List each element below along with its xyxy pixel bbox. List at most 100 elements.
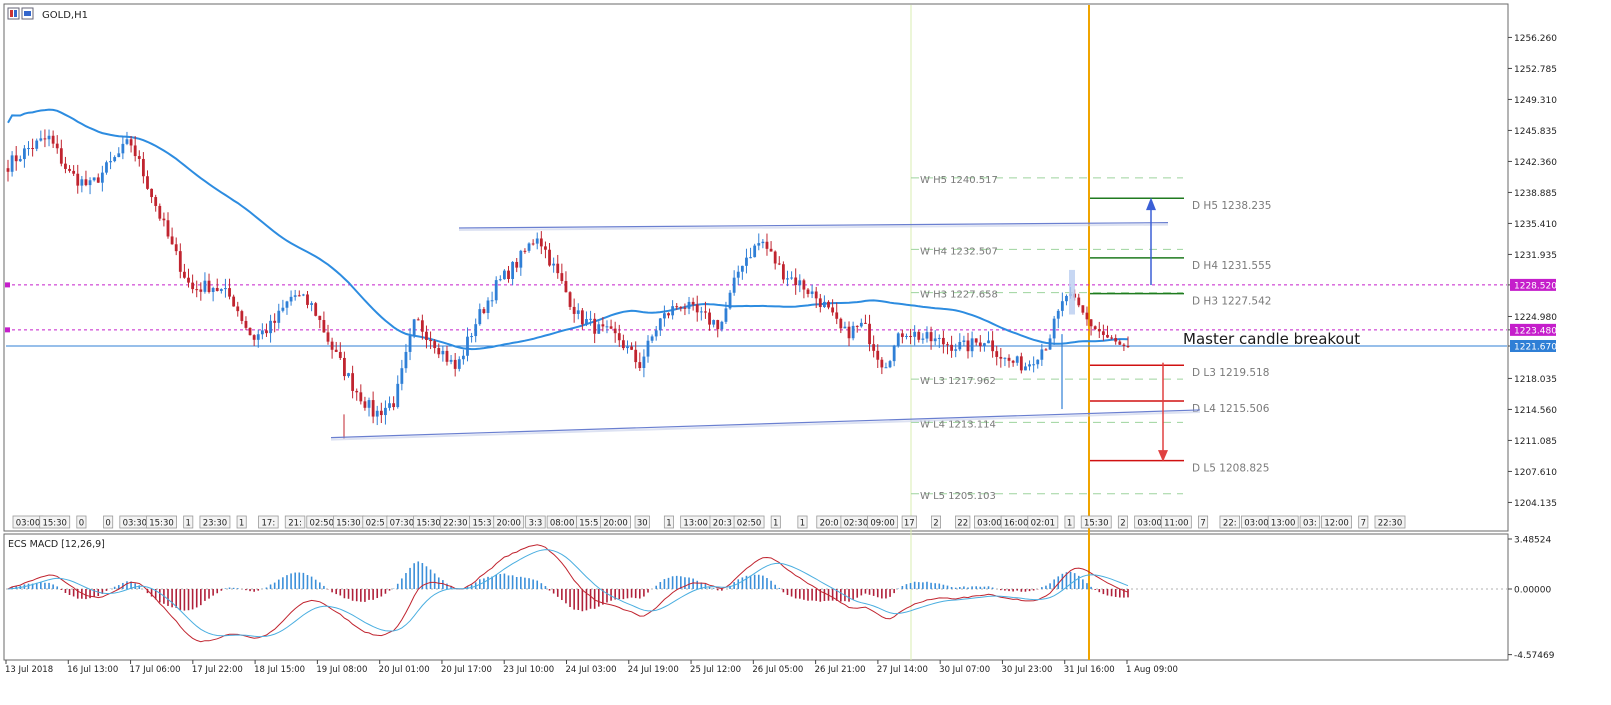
candle-body bbox=[519, 250, 523, 268]
candle-body bbox=[823, 301, 826, 308]
session-label: 11:00 bbox=[1164, 519, 1189, 529]
candle-body bbox=[552, 263, 556, 266]
time-tick-label: 25 Jul 12:00 bbox=[690, 665, 741, 675]
candle-body bbox=[597, 324, 601, 334]
candle-body bbox=[593, 318, 597, 334]
candle-body bbox=[367, 400, 371, 408]
candle-body bbox=[539, 238, 543, 247]
price-tick-label: 1204.135 bbox=[1514, 499, 1557, 509]
candle-body bbox=[31, 148, 35, 150]
candle-body bbox=[626, 346, 629, 349]
candle-body bbox=[1019, 356, 1023, 371]
candle-body bbox=[909, 335, 912, 337]
candle-body bbox=[937, 337, 941, 339]
time-tick-label: 20 Jul 17:00 bbox=[441, 665, 492, 675]
candle-body bbox=[572, 306, 576, 314]
session-label: 1 bbox=[800, 519, 805, 529]
session-label: 13:00 bbox=[683, 519, 708, 529]
candle-body bbox=[494, 280, 498, 301]
candle-body bbox=[277, 310, 281, 323]
candle-body bbox=[1044, 349, 1048, 351]
candle-body bbox=[991, 340, 995, 352]
candle-body bbox=[556, 263, 560, 274]
candle-body bbox=[753, 245, 757, 258]
candle-body bbox=[429, 339, 432, 342]
candle-body bbox=[137, 156, 141, 159]
candle-body bbox=[1003, 357, 1007, 359]
session-label: 0 bbox=[79, 519, 84, 529]
candle-body bbox=[560, 273, 564, 282]
candle-body bbox=[228, 288, 231, 297]
candle-body bbox=[68, 168, 71, 171]
candle-body bbox=[351, 373, 355, 391]
candle-body bbox=[384, 407, 387, 416]
candle-body bbox=[445, 350, 449, 362]
candle-body bbox=[544, 246, 547, 250]
candle-body bbox=[27, 148, 30, 150]
weekly-level-label: W H3 1227.658 bbox=[920, 290, 998, 301]
magenta-level-marker bbox=[5, 327, 10, 333]
price-flag-label: 1228.520 bbox=[1514, 281, 1557, 291]
candle-body bbox=[343, 357, 346, 377]
candle-body bbox=[379, 410, 383, 416]
session-label: 22:30 bbox=[443, 519, 468, 529]
candle-body bbox=[474, 324, 478, 337]
candle-body bbox=[1101, 331, 1105, 335]
session-label: 20:00 bbox=[603, 519, 628, 529]
candle-body bbox=[1048, 338, 1052, 350]
session-label: 1 bbox=[666, 519, 671, 529]
candle-body bbox=[609, 326, 613, 329]
candle-body bbox=[757, 243, 761, 246]
session-label: 20:00 bbox=[496, 519, 521, 529]
candle-body bbox=[724, 308, 728, 322]
candle-body bbox=[240, 311, 244, 321]
candle-body bbox=[326, 332, 330, 342]
candle-body bbox=[905, 335, 908, 337]
candle-body bbox=[814, 291, 818, 299]
price-flag-label: 1221.670 bbox=[1514, 343, 1557, 353]
price-tick-label: 1231.935 bbox=[1514, 251, 1557, 261]
candle-body bbox=[589, 318, 592, 320]
price-tick-label: 1238.885 bbox=[1514, 189, 1557, 199]
time-axis: 13 Jul 2018 16 Jul 13:00 17 Jul 06:00 17 Ju… bbox=[5, 660, 1178, 675]
candle-body bbox=[133, 145, 137, 157]
candle-body bbox=[642, 356, 646, 369]
candle-body bbox=[638, 362, 642, 369]
candle-body bbox=[818, 298, 822, 308]
session-label: 15:3 bbox=[472, 519, 491, 529]
session-label: 22:30 bbox=[1378, 519, 1403, 529]
candle-body bbox=[740, 265, 744, 272]
macd-title: ECS MACD [12,26,9] bbox=[8, 539, 105, 550]
candle-body bbox=[215, 287, 219, 291]
candle-body bbox=[810, 291, 814, 294]
session-label: 02:5 bbox=[366, 519, 385, 529]
candle-body bbox=[720, 321, 724, 330]
candle-body bbox=[1040, 349, 1044, 360]
price-flag-label: 1223.480 bbox=[1514, 326, 1557, 336]
daily-level-label: D L3 1219.518 bbox=[1192, 367, 1269, 379]
candle-body bbox=[687, 301, 691, 309]
time-tick-label: 20 Jul 01:00 bbox=[379, 665, 430, 675]
price-tick-label: 1242.360 bbox=[1514, 158, 1557, 168]
candle-body bbox=[425, 331, 428, 340]
time-tick-label: 30 Jul 23:00 bbox=[1001, 665, 1052, 675]
chart-canvas[interactable]: GOLD,H1 W H5 1240.517 W H4 1232.507 W H3 1… bbox=[0, 0, 1611, 701]
session-label: 2 bbox=[933, 519, 938, 529]
candle-body bbox=[47, 135, 51, 140]
session-label: 03:00 bbox=[977, 519, 1002, 529]
time-tick-label: 27 Jul 14:00 bbox=[877, 665, 928, 675]
candle-body bbox=[995, 351, 999, 357]
candle-body bbox=[490, 300, 494, 302]
candle-body bbox=[420, 320, 424, 332]
candle-body bbox=[314, 303, 318, 316]
candle-body bbox=[983, 343, 986, 347]
candle-body bbox=[769, 248, 773, 252]
candle-body bbox=[1085, 312, 1089, 320]
window-icon-bar bbox=[10, 10, 13, 17]
candle-body bbox=[199, 289, 203, 292]
session-label: 02:50 bbox=[737, 519, 762, 529]
candle-body bbox=[1089, 319, 1093, 327]
candle-body bbox=[232, 296, 236, 307]
candle-body bbox=[23, 148, 26, 160]
price-tick-label: 1218.035 bbox=[1514, 375, 1557, 385]
